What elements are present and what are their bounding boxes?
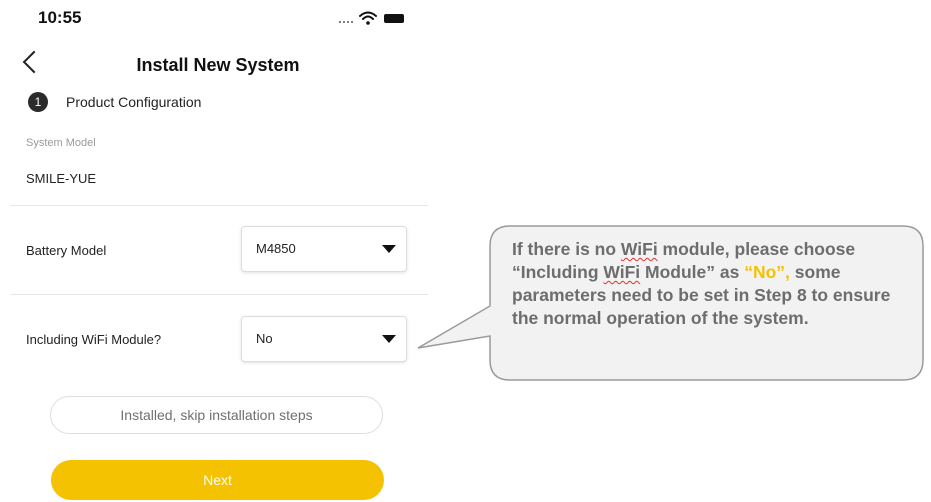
wifi-module-select[interactable]: No bbox=[241, 316, 407, 362]
status-icons bbox=[339, 11, 404, 25]
battery-model-label: Battery Model bbox=[26, 243, 107, 258]
callout-text: If there is no WiFi module, please choos… bbox=[512, 238, 912, 330]
cellular-signal-icon bbox=[339, 21, 353, 23]
callout-text-part: If there is no bbox=[512, 239, 621, 259]
callout-wifi-word: WiFi bbox=[603, 262, 641, 282]
wifi-module-label: Including WiFi Module? bbox=[26, 332, 162, 347]
page-title: Install New System bbox=[136, 55, 300, 75]
callout-text-part: Module” as bbox=[640, 262, 745, 282]
step-label: Product Configuration bbox=[66, 94, 202, 110]
system-model-label: System Model bbox=[26, 137, 96, 149]
system-model-value: SMILE-YUE bbox=[26, 171, 97, 186]
next-button[interactable]: Next bbox=[51, 460, 384, 500]
divider bbox=[10, 294, 428, 295]
callout-highlight: “No”, bbox=[744, 262, 790, 282]
wifi-module-value: No bbox=[256, 331, 273, 346]
battery-model-select[interactable]: M4850 bbox=[241, 226, 407, 272]
wifi-dot-icon bbox=[366, 21, 370, 25]
divider bbox=[10, 205, 428, 206]
step-number-badge: 1 bbox=[28, 92, 48, 112]
dropdown-caret-icon bbox=[382, 245, 396, 253]
battery-icon bbox=[384, 14, 404, 23]
dropdown-caret-icon bbox=[382, 335, 396, 343]
battery-model-value: M4850 bbox=[256, 241, 296, 256]
wifi-icon bbox=[359, 11, 377, 20]
status-time: 10:55 bbox=[38, 8, 82, 27]
skip-installation-button[interactable]: Installed, skip installation steps bbox=[50, 396, 383, 434]
callout-wifi-word: WiFi bbox=[620, 239, 658, 259]
